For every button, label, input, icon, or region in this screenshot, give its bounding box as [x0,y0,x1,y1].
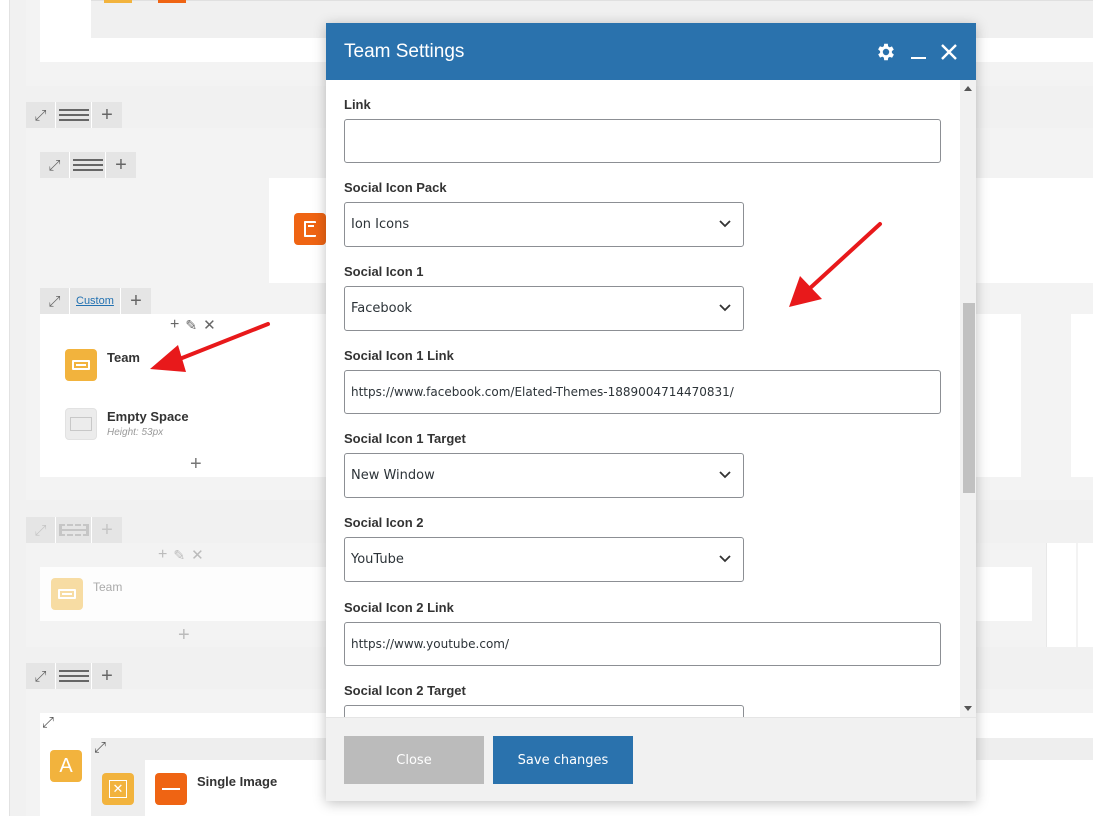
columns-icon[interactable] [56,663,92,689]
add-icon[interactable]: + [92,517,122,543]
empty-space-title[interactable]: Empty Space [107,409,189,424]
chevron-down-icon [719,301,731,316]
social-icon-2-link-label: Social Icon 2 Link [344,600,454,615]
close-icon[interactable]: ✕ [191,546,204,564]
chevron-down-icon [719,468,731,483]
social-icon-1-link-label: Social Icon 1 Link [344,348,454,363]
close-button[interactable]: Close [344,736,484,784]
expand-icon[interactable]: ⤢ [40,288,70,314]
chevron-down-icon [719,552,731,567]
row3-right-a [976,567,1032,621]
social-icon-1-link-input[interactable]: https://www.facebook.com/Elated-Themes-1… [344,370,941,414]
modal-title: Team Settings [344,40,465,62]
modal-header: Team Settings [326,23,976,80]
inner-row-controls: ⤢ + [40,152,136,178]
social-icon-2-select[interactable]: YouTube [344,537,744,582]
expand-icon[interactable]: ⤢ [94,739,106,756]
add-icon[interactable]: + [92,663,122,689]
social-icon-2-target-label: Social Icon 2 Target [344,683,466,698]
columns-icon[interactable] [56,517,92,543]
social-icon-1-select[interactable]: Facebook [344,286,744,331]
add-icon[interactable]: + [170,316,179,334]
pencil-icon[interactable]: ✎ [173,547,185,564]
social-icon-1-label: Social Icon 1 [344,264,424,279]
row3-right-b [1046,543,1076,647]
social-icon-1-target-select[interactable]: New Window [344,453,744,498]
text-block-letter: A [59,754,73,777]
add-icon[interactable]: + [106,152,136,178]
expand-icon[interactable]: ⤢ [26,517,56,543]
row3-controls: ⤢ + [26,517,122,543]
single-image-icon[interactable] [155,773,187,805]
expand-icon[interactable]: ⤢ [26,102,56,128]
team-element-icon[interactable] [65,349,97,381]
add-icon[interactable]: + [158,546,167,564]
custom-column-controls: ⤢ Custom + [40,288,151,314]
social-icon-2-link-input[interactable]: https://www.youtube.com/ [344,622,941,666]
row3-right-c [1078,543,1093,647]
social-icon-2-value: YouTube [351,552,404,567]
element-actions: + ✎ ✕ [170,316,216,334]
modal-footer: Close Save changes [326,717,976,801]
text-block-icon[interactable]: A [50,750,82,782]
gear-icon[interactable] [875,41,897,63]
modal-scrollbar[interactable] [960,80,976,717]
row2-controls: ⤢ + [26,102,122,128]
right-column-b [1071,314,1093,477]
social-icon-1-target-label: Social Icon 1 Target [344,431,466,446]
social-icon-2-label: Social Icon 2 [344,515,424,530]
save-changes-button[interactable]: Save changes [493,736,633,784]
link-label: Link [344,97,371,112]
row4-controls: ⤢ + [26,663,122,689]
empty-space-icon[interactable] [65,408,97,440]
custom-column-body [40,314,326,477]
single-image-title[interactable]: Single Image [197,774,277,789]
expand-icon[interactable]: ⤢ [26,663,56,689]
social-icon-1-value: Facebook [351,301,413,316]
add-element-icon[interactable]: + [178,624,190,647]
add-icon[interactable]: + [92,102,122,128]
pencil-icon[interactable]: ✎ [185,317,197,334]
team-element-title-faded[interactable]: Team [93,580,122,594]
columns-icon[interactable] [56,102,92,128]
chevron-down-icon [719,217,731,232]
social-icon-pack-label: Social Icon Pack [344,180,447,195]
columns-icon[interactable] [70,152,106,178]
modal-body[interactable]: Link Social Icon Pack Ion Icons Social I… [326,80,960,717]
custom-link[interactable]: Custom [70,288,121,314]
social-icon-pack-select[interactable]: Ion Icons [344,202,744,247]
admin-left-strip [0,0,10,816]
social-icon-1-target-value: New Window [351,468,435,483]
scroll-down-icon[interactable] [964,706,972,711]
close-icon[interactable] [940,43,958,61]
social-icon-2-target-select[interactable] [344,705,744,717]
add-element-icon[interactable]: + [190,453,202,476]
top-element-icon-a [104,0,132,3]
element-icon[interactable] [294,213,326,245]
link-input[interactable] [344,119,941,163]
add-icon[interactable]: + [121,288,151,314]
team-element-icon-faded[interactable] [51,578,83,610]
image-placeholder-icon[interactable]: ✕ [102,773,134,805]
scroll-thumb[interactable] [963,303,975,493]
top-element-icon-b [158,0,186,3]
close-icon[interactable]: ✕ [203,316,216,334]
scroll-up-icon[interactable] [964,86,972,91]
social-icon-pack-value: Ion Icons [351,217,410,232]
right-column-a [976,314,1041,477]
minimize-icon[interactable] [911,45,926,59]
team-settings-modal: Team Settings Link Social Icon Pack Ion … [326,23,976,801]
team-element-title[interactable]: Team [107,350,140,365]
expand-icon[interactable]: ⤢ [42,714,54,731]
empty-space-height: Height: 53px [107,427,164,438]
faded-element-actions: + ✎ ✕ [158,546,204,564]
expand-icon[interactable]: ⤢ [40,152,70,178]
